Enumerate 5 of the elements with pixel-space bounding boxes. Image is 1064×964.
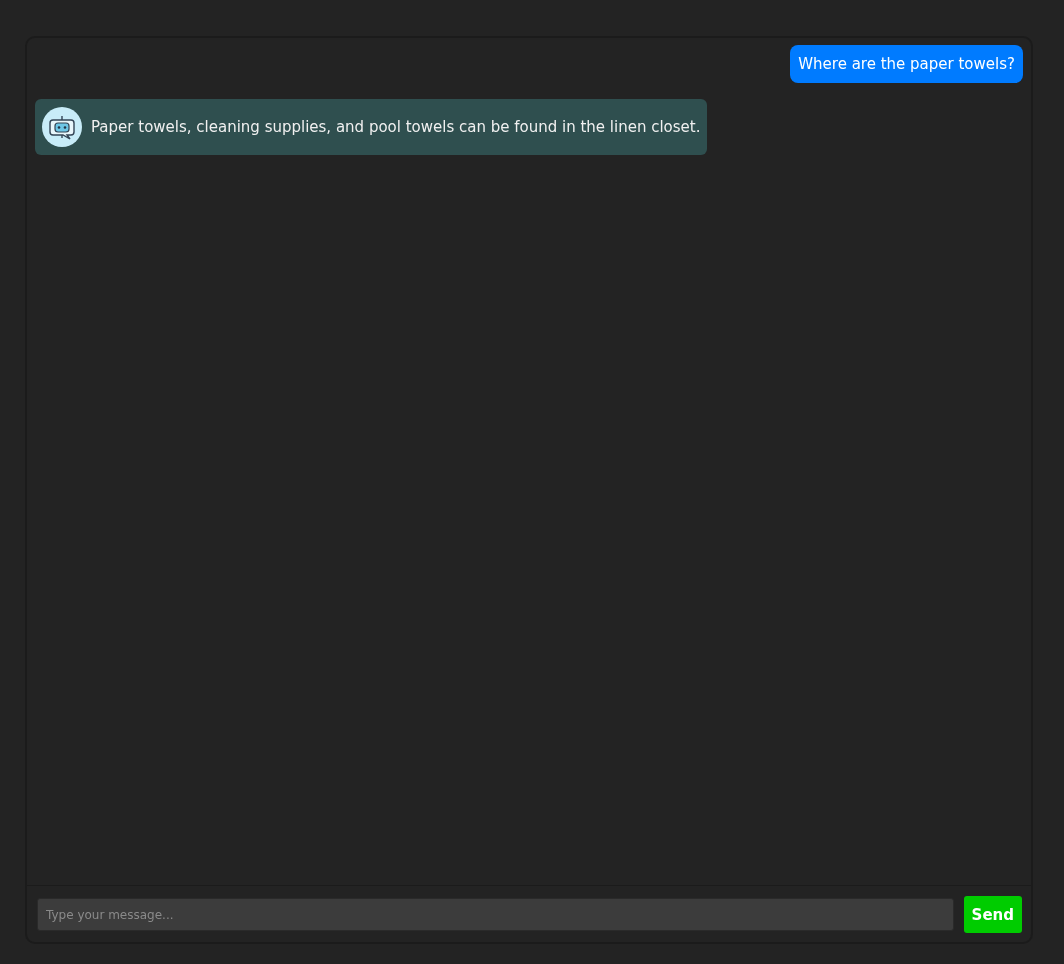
message-input[interactable]: Type your message... (37, 898, 954, 931)
bot-message-text: Paper towels, cleaning supplies, and pool towels can be found in the linen closet. (91, 118, 701, 136)
user-message: Where are the paper towels? (790, 45, 1023, 83)
send-button[interactable]: Send (963, 896, 1022, 933)
robot-avatar-icon (42, 107, 82, 147)
